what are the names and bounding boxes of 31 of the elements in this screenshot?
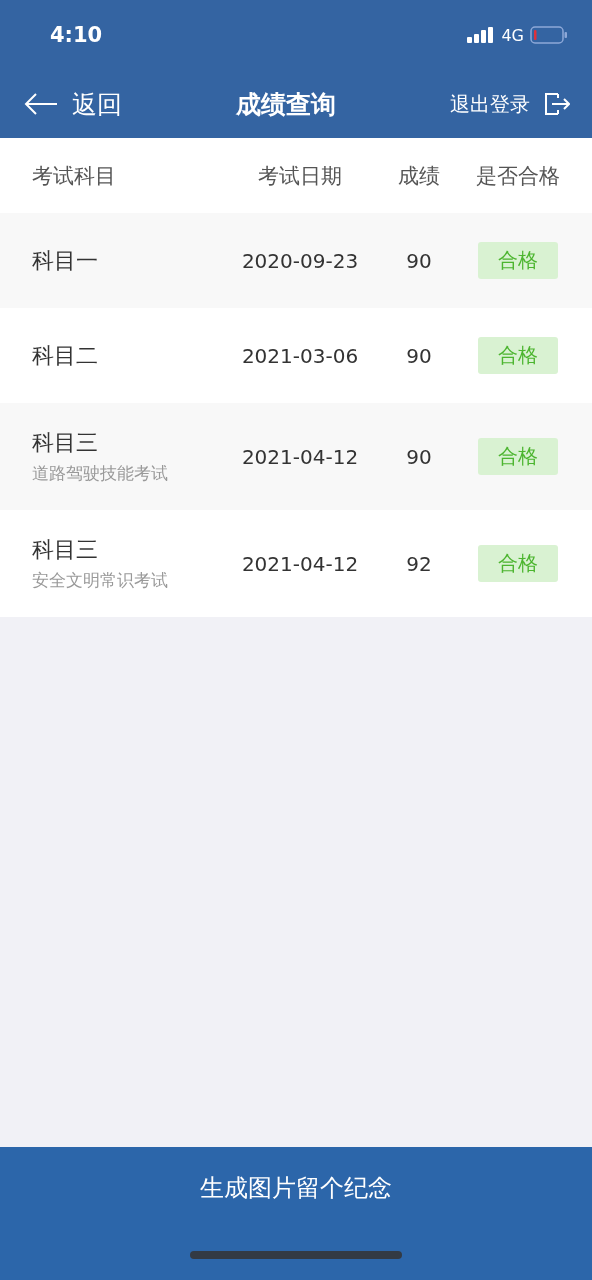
subject-detail: 道路驾驶技能考试 [32,462,169,485]
subject-name: 科目三 [32,536,99,564]
back-button[interactable]: 返回 [24,87,122,121]
result-badge: 合格 [478,337,558,374]
battery-icon [530,26,568,44]
logout-button[interactable]: 退出登录 [450,90,570,118]
score: 90 [405,343,433,368]
subject-name: 科目三 [32,429,99,457]
page-title: 成绩查询 [236,88,336,121]
back-arrow-icon [24,93,58,115]
result-badge: 合格 [478,438,558,475]
score: 90 [405,248,433,273]
logout-icon [544,92,570,116]
signal-icon [467,27,496,43]
column-header: 考试日期 [257,162,343,190]
exam-date: 2020-09-23 [240,248,360,273]
score: 92 [405,551,433,576]
score: 90 [405,444,433,469]
result-badge: 合格 [478,545,558,582]
column-header: 考试科目 [32,162,117,190]
exam-date: 2021-04-12 [240,551,360,576]
subject-name: 科目二 [32,341,99,370]
column-header: 是否合格 [475,162,561,190]
exam-date: 2021-04-12 [240,444,360,469]
exam-date: 2021-03-06 [240,343,360,368]
column-header: 成绩 [397,162,441,190]
status-time: 4:10 [50,23,103,47]
result-badge: 合格 [478,242,558,279]
subject-name: 科目一 [32,246,99,275]
subject-detail: 安全文明常识考试 [32,569,169,592]
network-label: 4G [501,25,524,45]
